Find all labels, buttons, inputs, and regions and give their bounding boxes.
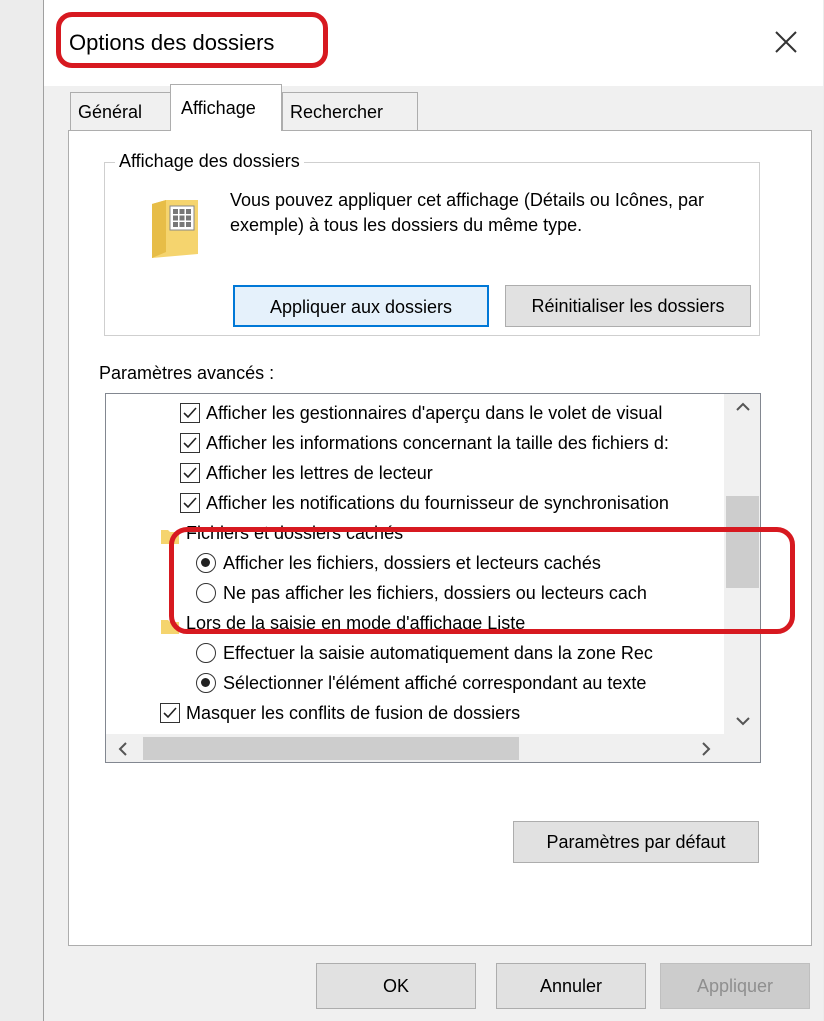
checkbox-checked-icon[interactable]: [180, 493, 200, 513]
checkbox-checked-icon[interactable]: [180, 403, 200, 423]
scroll-up-icon[interactable]: [736, 402, 750, 412]
list-item-label: Sélectionner l'élément affiché correspon…: [223, 673, 647, 693]
scroll-down-icon[interactable]: [736, 716, 750, 726]
checkbox-checked-icon[interactable]: [180, 433, 200, 453]
checkbox-checked-icon[interactable]: [180, 463, 200, 483]
advanced-settings-label: Paramètres avancés :: [99, 363, 275, 383]
horizontal-scroll-thumb[interactable]: [143, 737, 519, 760]
folder-options-dialog: Options des dossiers Général Affichage R…: [43, 0, 823, 1021]
restore-defaults-button[interactable]: Paramètres par défaut: [513, 821, 759, 863]
tab-rechercher[interactable]: Rechercher: [282, 92, 418, 130]
hidden-files-highlight-annotation: [169, 527, 795, 634]
folder-view-description: Vous pouvez appliquer cet affichage (Dét…: [230, 190, 704, 235]
list-item-label: Afficher les notifications du fournisseu…: [206, 493, 669, 513]
apply-to-folders-button[interactable]: Appliquer aux dossiers: [233, 285, 489, 327]
scroll-right-icon[interactable]: [701, 742, 711, 756]
list-item-label: Effectuer la saisie automatiquement dans…: [223, 643, 653, 663]
folder-view-group: Affichage des dossiers Vous pouvez appli…: [104, 151, 760, 336]
list-item-label: Masquer les conflits de fusion de dossie…: [186, 703, 521, 723]
apply-button: Appliquer: [660, 963, 810, 1009]
scroll-corner: [724, 734, 760, 762]
checkbox-checked-icon[interactable]: [160, 703, 180, 723]
cancel-button[interactable]: Annuler: [496, 963, 646, 1009]
list-item-label: Afficher les informations concernant la …: [206, 433, 669, 453]
radio-icon[interactable]: [196, 673, 216, 693]
close-icon[interactable]: [766, 22, 806, 62]
horizontal-scrollbar[interactable]: [106, 734, 724, 762]
ok-button[interactable]: OK: [316, 963, 476, 1009]
folder-view-icon: [148, 196, 202, 265]
list-item-label: Afficher les lettres de lecteur: [206, 463, 433, 483]
reset-folders-button[interactable]: Réinitialiser les dossiers: [505, 285, 751, 327]
tab-affichage[interactable]: Affichage: [170, 84, 282, 131]
scroll-left-icon[interactable]: [118, 742, 128, 756]
title-highlight-annotation: [56, 12, 328, 68]
group-label: Affichage des dossiers: [115, 151, 304, 172]
radio-icon[interactable]: [196, 643, 216, 663]
list-item-label: Afficher les gestionnaires d'aperçu dans…: [206, 403, 663, 423]
tab-general[interactable]: Général: [70, 92, 176, 130]
